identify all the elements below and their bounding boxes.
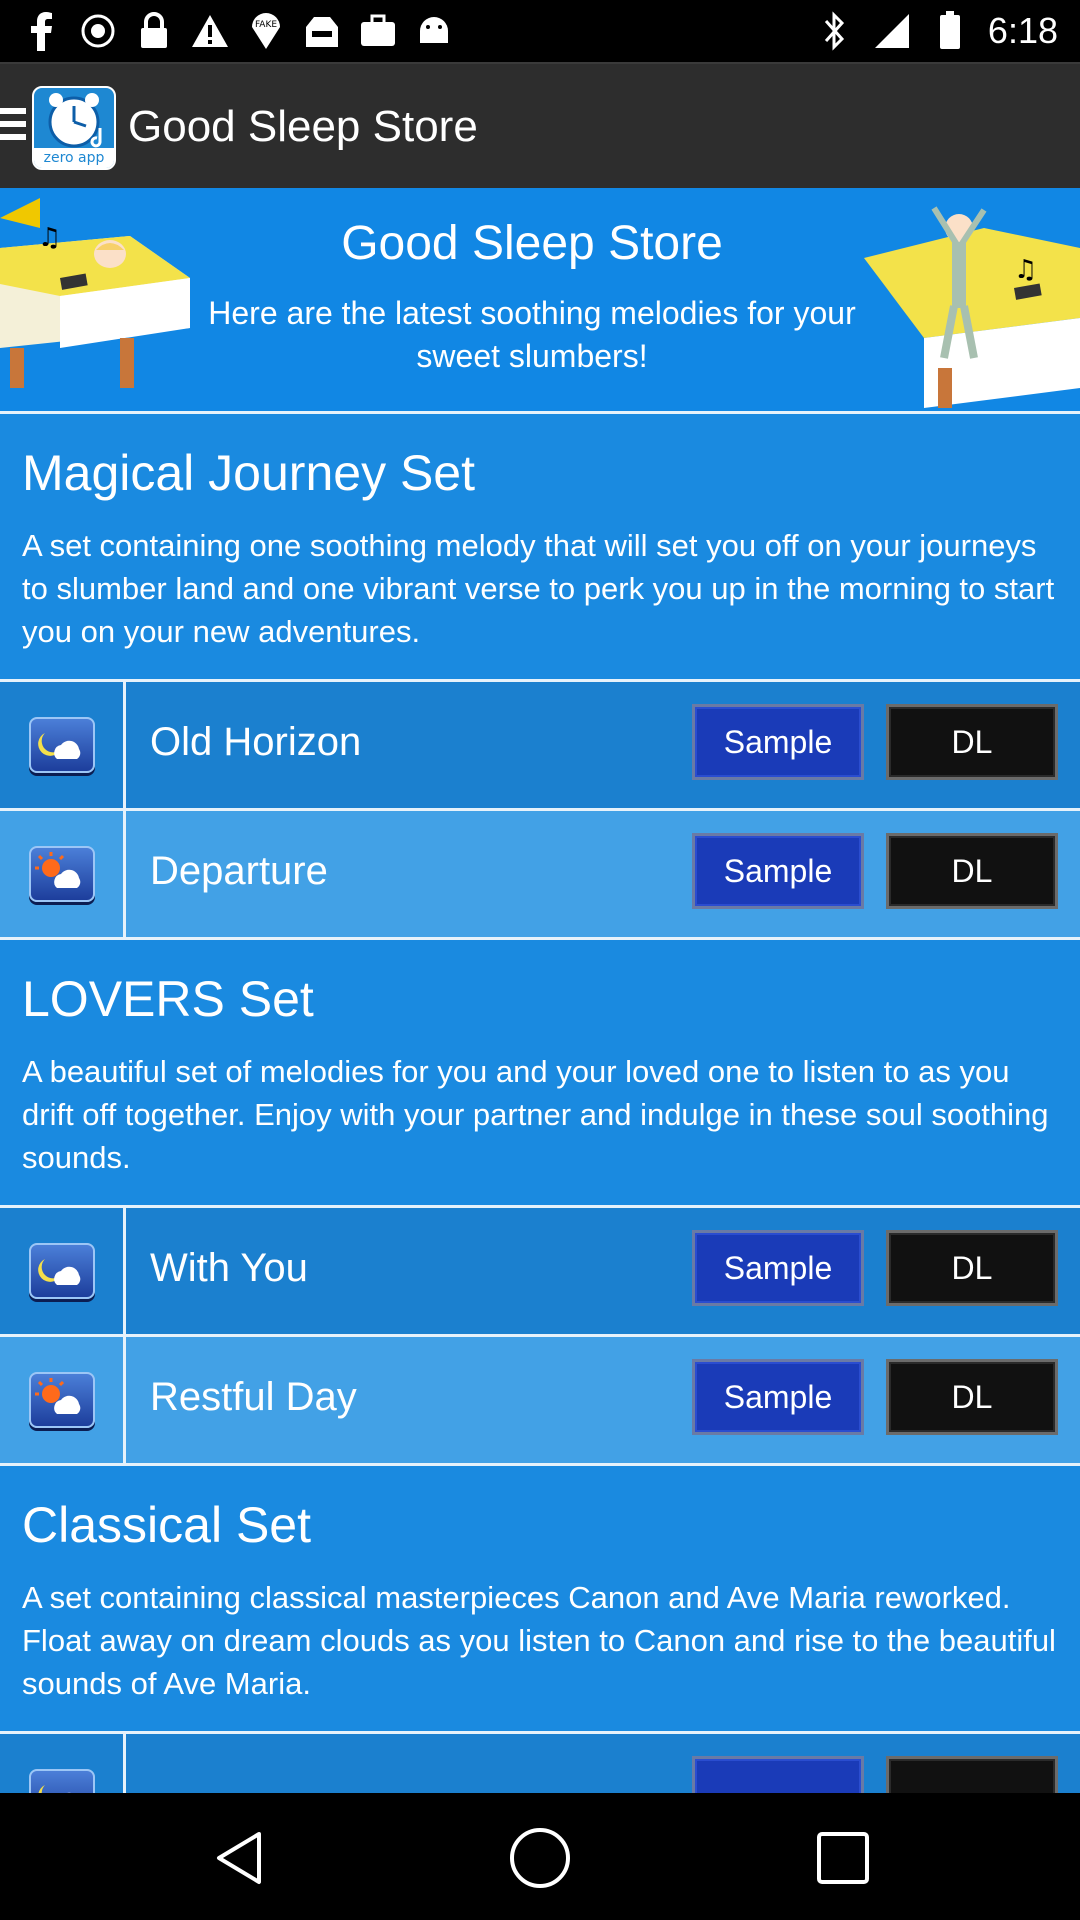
lock-icon [134, 11, 174, 51]
sun-cloud-icon [28, 846, 95, 902]
waking-bed-illustration: ♫ [864, 206, 1080, 408]
song-icon-cell [0, 1208, 126, 1334]
download-button[interactable] [886, 1756, 1058, 1793]
set-description: A set containing one soothing melody tha… [22, 528, 1055, 649]
song-row: Old Horizon Sample DL [0, 679, 1080, 808]
battery-icon [930, 11, 970, 51]
app-logo[interactable]: zero app [32, 86, 116, 170]
sample-button[interactable]: Sample [692, 1359, 864, 1435]
svg-text:♫: ♫ [1014, 255, 1037, 285]
clock: 6:18 [987, 10, 1058, 51]
sun-cloud-icon [28, 1372, 95, 1428]
song-name: Restful Day [150, 1375, 357, 1419]
set-description: A set containing classical masterpieces … [22, 1580, 1056, 1701]
set-title: Magical Journey Set [22, 445, 476, 501]
warning-icon [190, 11, 230, 51]
download-button[interactable]: DL [886, 1359, 1058, 1435]
sample-button[interactable]: Sample [692, 833, 864, 909]
menu-icon[interactable] [0, 108, 26, 148]
banner-subtitle: Here are the latest soothing melodies fo… [208, 295, 856, 374]
back-icon[interactable] [204, 1823, 274, 1893]
song-row: With You Sample DL [0, 1205, 1080, 1334]
navigation-bar [0, 1793, 1080, 1920]
set-header: Classical Set A set containing classical… [0, 1466, 1080, 1731]
system-icons: 6:18 [814, 10, 1058, 52]
moon-cloud-icon [28, 1769, 95, 1793]
alarm-clock-icon [48, 93, 102, 148]
app-title: Good Sleep Store [128, 102, 478, 151]
song-name: Departure [150, 849, 328, 893]
facebook-icon [22, 11, 62, 51]
moon-cloud-icon [28, 1243, 95, 1299]
song-name: With You [150, 1246, 308, 1290]
status-bar: FAKE 6:18 [0, 0, 1080, 62]
fake-gps-icon: FAKE [246, 11, 286, 51]
set-title: LOVERS Set [22, 971, 314, 1027]
sample-button[interactable]: Sample [692, 1230, 864, 1306]
set-description: A beautiful set of melodies for you and … [22, 1054, 1049, 1175]
song-icon-cell [0, 1734, 126, 1793]
sample-button[interactable]: Sample [692, 704, 864, 780]
song-row: Departure Sample DL [0, 808, 1080, 937]
set-header: Magical Journey Set A set containing one… [0, 414, 1080, 679]
store-banner: ♫ Good Sleep Store Here are the latest s… [0, 188, 1080, 414]
action-bar: zero app Good Sleep Store [0, 62, 1080, 188]
briefcase-icon [358, 11, 398, 51]
store-content[interactable]: ♫ Good Sleep Store Here are the latest s… [0, 188, 1080, 1793]
song-name: Old Horizon [150, 720, 362, 764]
song-icon-cell [0, 811, 126, 937]
inbox-icon [302, 11, 342, 51]
bluetooth-icon [814, 11, 854, 51]
moon-cloud-icon [28, 717, 95, 773]
recents-icon[interactable] [808, 1823, 878, 1893]
record-icon [78, 11, 118, 51]
download-button[interactable]: DL [886, 704, 1058, 780]
download-button[interactable]: DL [886, 833, 1058, 909]
song-row: Restful Day Sample DL [0, 1334, 1080, 1463]
home-icon[interactable] [505, 1823, 575, 1893]
set-header: LOVERS Set A beautiful set of melodies f… [0, 940, 1080, 1205]
android-icon [414, 11, 454, 51]
svg-text:FAKE: FAKE [255, 20, 277, 30]
song-row [0, 1731, 1080, 1793]
song-icon-cell [0, 1337, 126, 1463]
notification-icons: FAKE [22, 10, 454, 52]
sample-button[interactable] [692, 1756, 864, 1793]
set-title: Classical Set [22, 1497, 311, 1553]
song-icon-cell [0, 682, 126, 808]
logo-label: zero app [34, 148, 114, 168]
signal-icon [872, 11, 912, 51]
download-button[interactable]: DL [886, 1230, 1058, 1306]
